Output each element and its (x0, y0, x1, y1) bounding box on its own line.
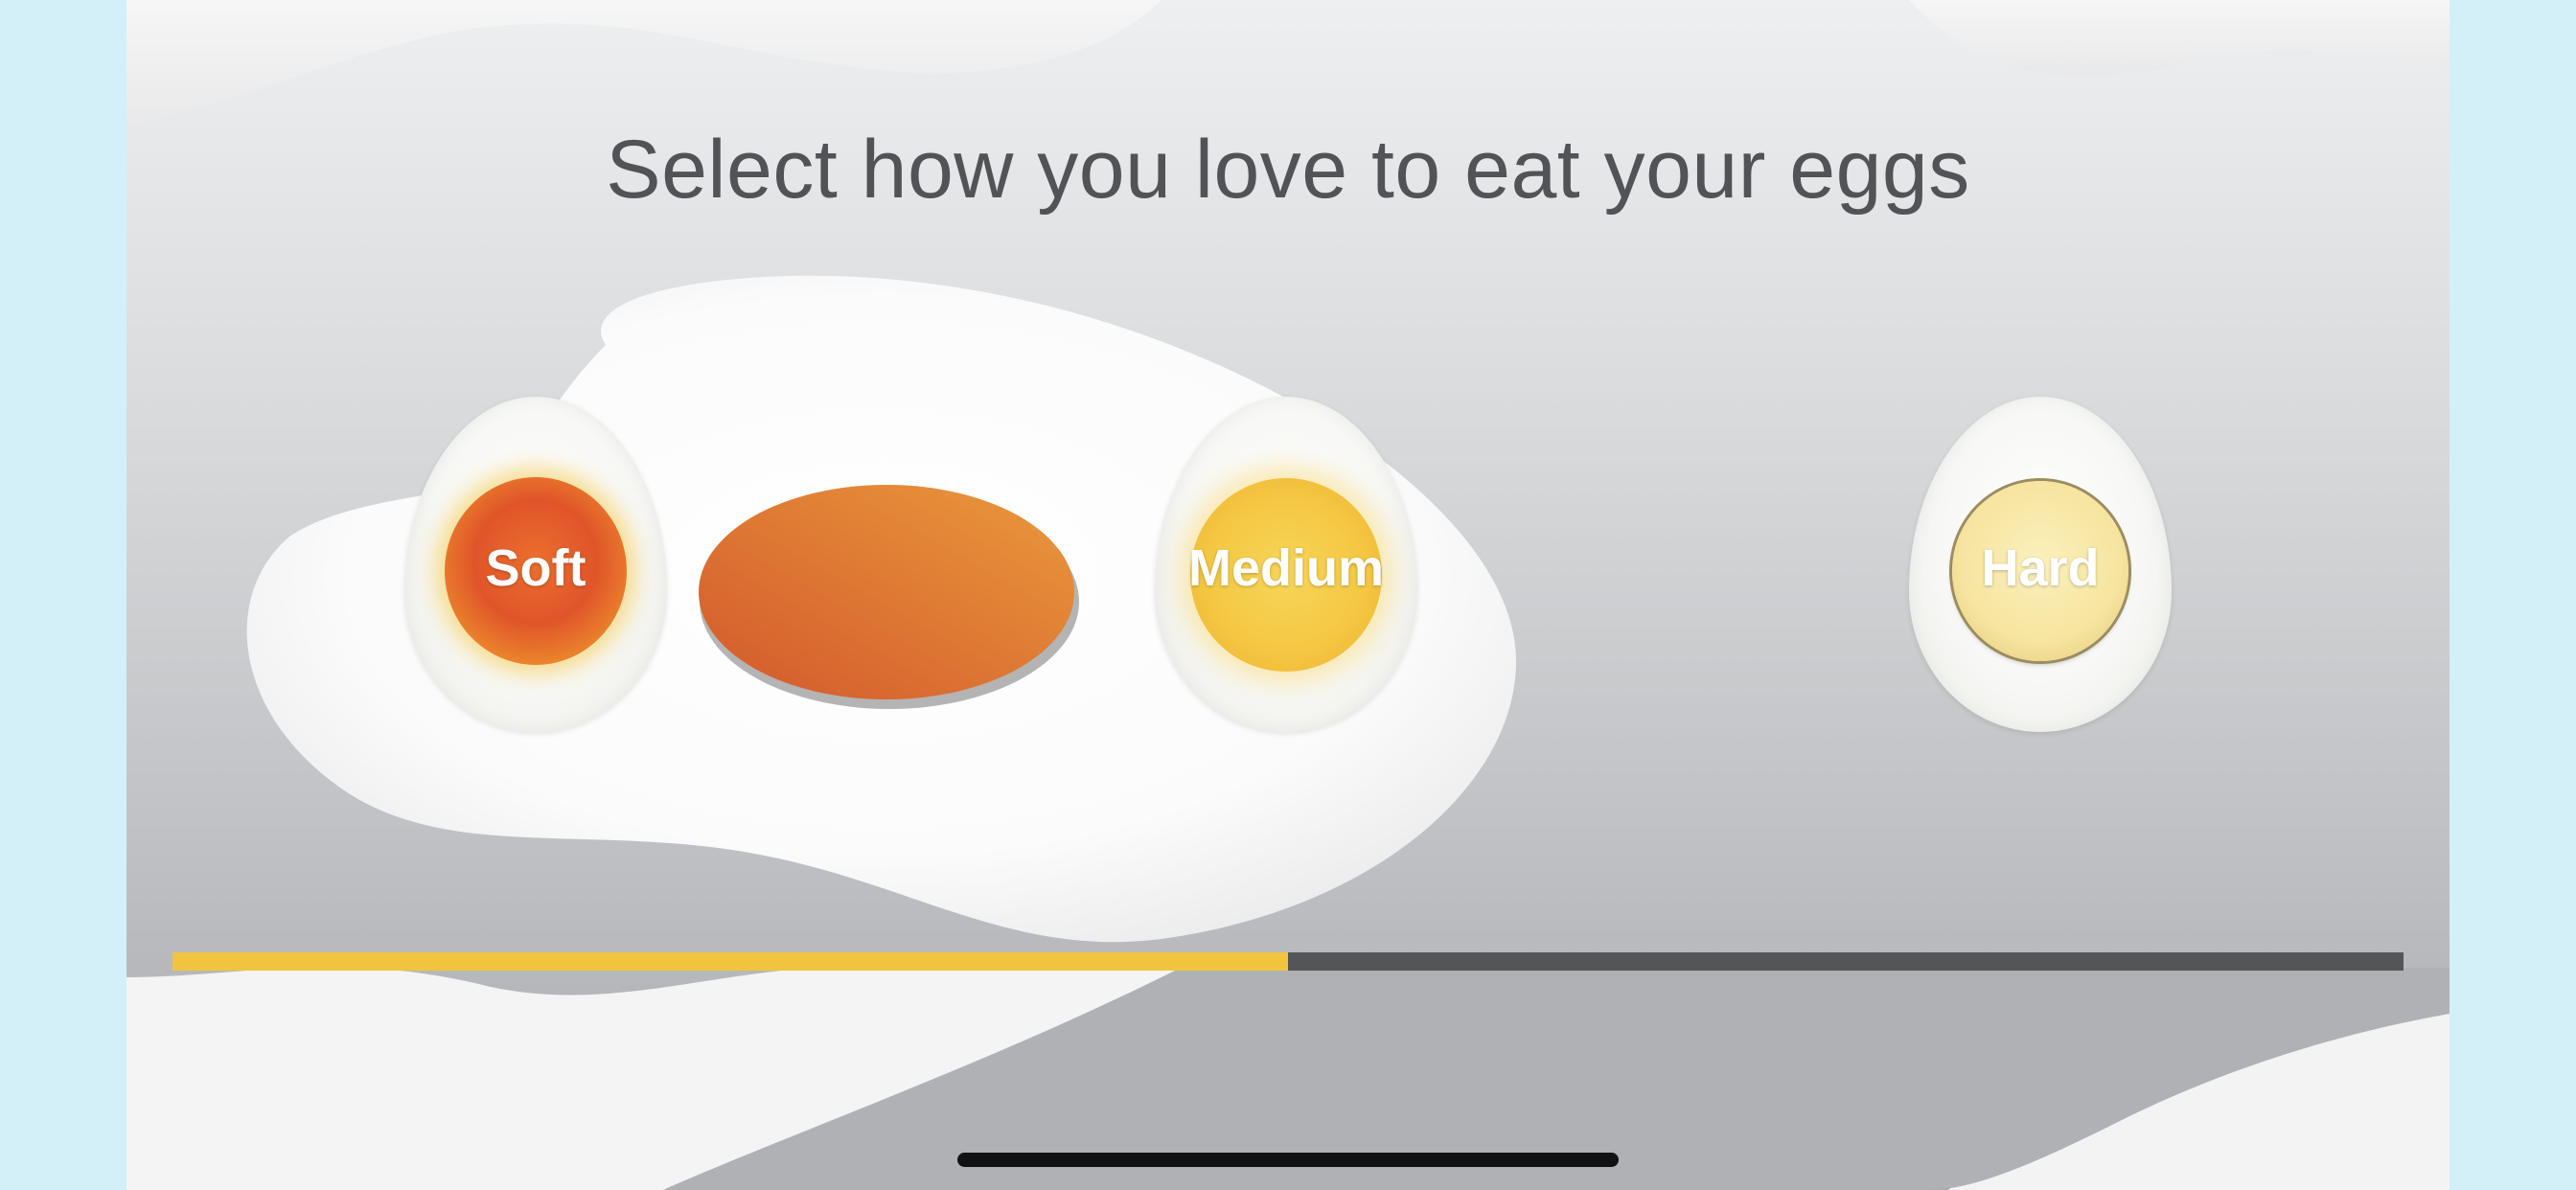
bg-top-right-blob (1909, 0, 2450, 76)
app-screen: Select how you love to eat your eggs Sof… (126, 0, 2450, 1190)
egg-option-label-hard: Hard (1981, 539, 2100, 597)
egg-option-label-medium: Medium (1187, 539, 1384, 597)
fried-egg-yolk (699, 485, 1074, 699)
home-indicator[interactable] (957, 1153, 1619, 1167)
bg-top-blob (126, 0, 1162, 125)
doneness-slider-fill (172, 952, 1288, 971)
page-title: Select how you love to eat your eggs (606, 124, 1970, 216)
doneness-slider-track[interactable] (172, 952, 2404, 971)
egg-option-label-soft: Soft (485, 539, 586, 597)
